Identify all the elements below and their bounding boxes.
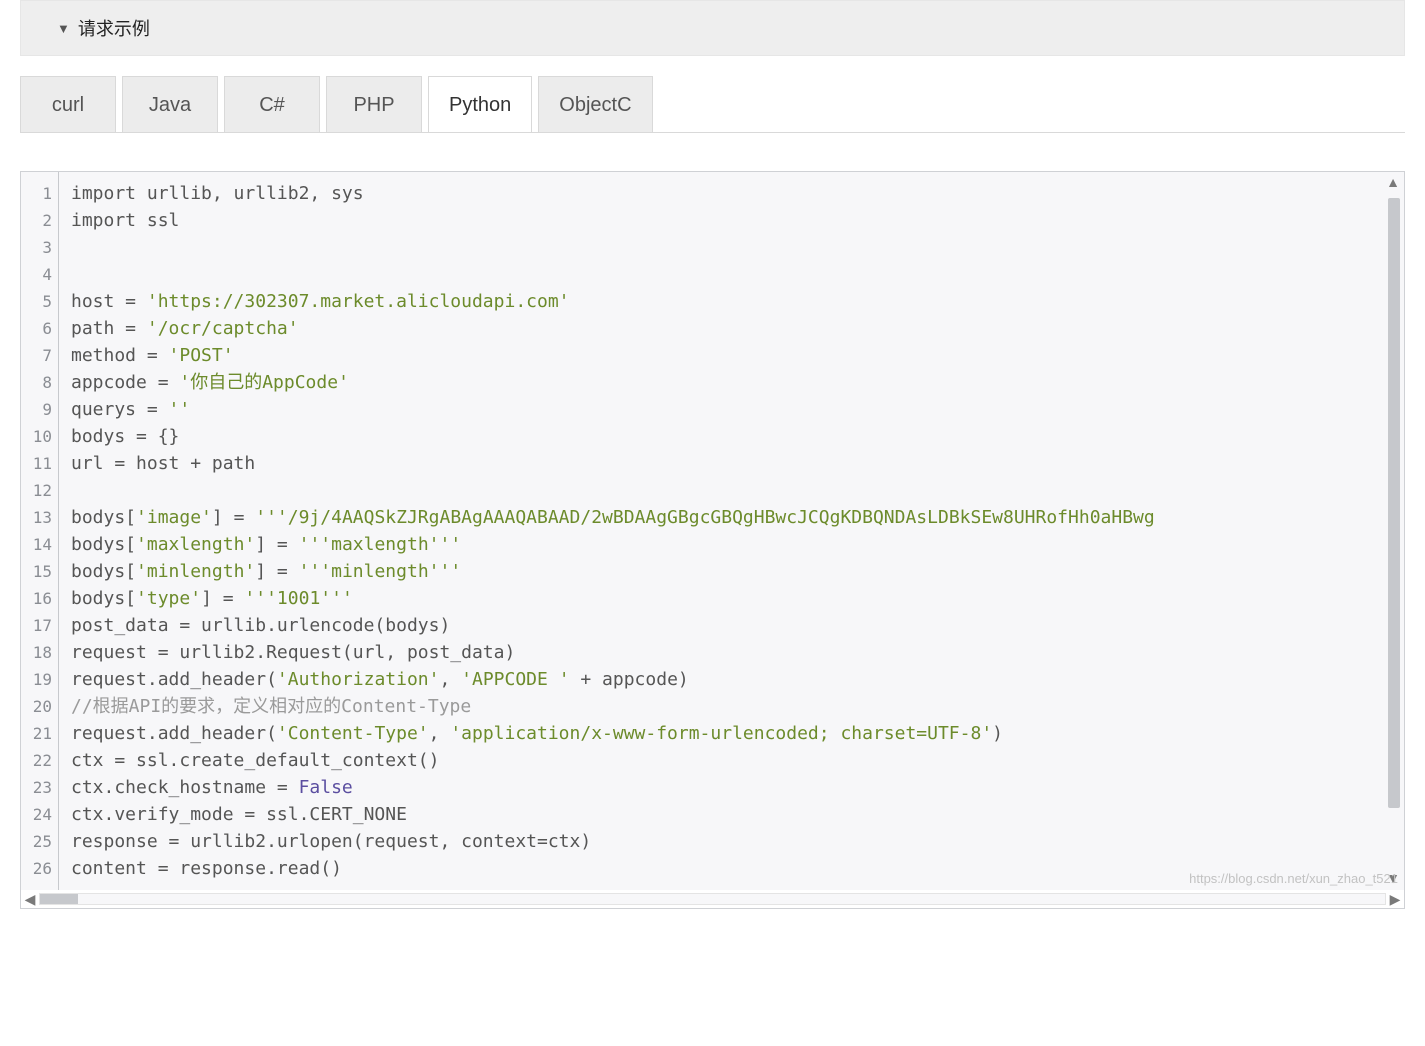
tab-curl[interactable]: curl: [20, 76, 116, 132]
horizontal-scrollbar[interactable]: ◀ ▶: [23, 890, 1402, 908]
horizontal-scrollbar-thumb[interactable]: [40, 894, 78, 904]
chevron-down-icon: ▼: [57, 21, 70, 36]
scroll-right-icon: ▶: [1388, 891, 1402, 908]
tab-objectc[interactable]: ObjectC: [538, 76, 652, 132]
tab-java[interactable]: Java: [122, 76, 218, 132]
section-header[interactable]: ▼ 请求示例: [20, 0, 1405, 56]
code-block: 1234567891011121314151617181920212223242…: [20, 171, 1405, 909]
scroll-left-icon: ◀: [23, 891, 37, 908]
horizontal-scrollbar-track[interactable]: [39, 893, 1386, 905]
tab-csharp[interactable]: C#: [224, 76, 320, 132]
tab-python[interactable]: Python: [428, 76, 532, 132]
vertical-scrollbar-track[interactable]: [1388, 198, 1400, 808]
section-title: 请求示例: [78, 15, 150, 41]
code-content[interactable]: import urllib, urllib2, sysimport ssl ho…: [59, 172, 1155, 890]
language-tabs: curl Java C# PHP Python ObjectC: [20, 76, 1405, 133]
line-number-gutter: 1234567891011121314151617181920212223242…: [21, 172, 59, 890]
watermark: https://blog.csdn.net/xun_zhao_t521: [1189, 871, 1398, 886]
tab-php[interactable]: PHP: [326, 76, 422, 132]
